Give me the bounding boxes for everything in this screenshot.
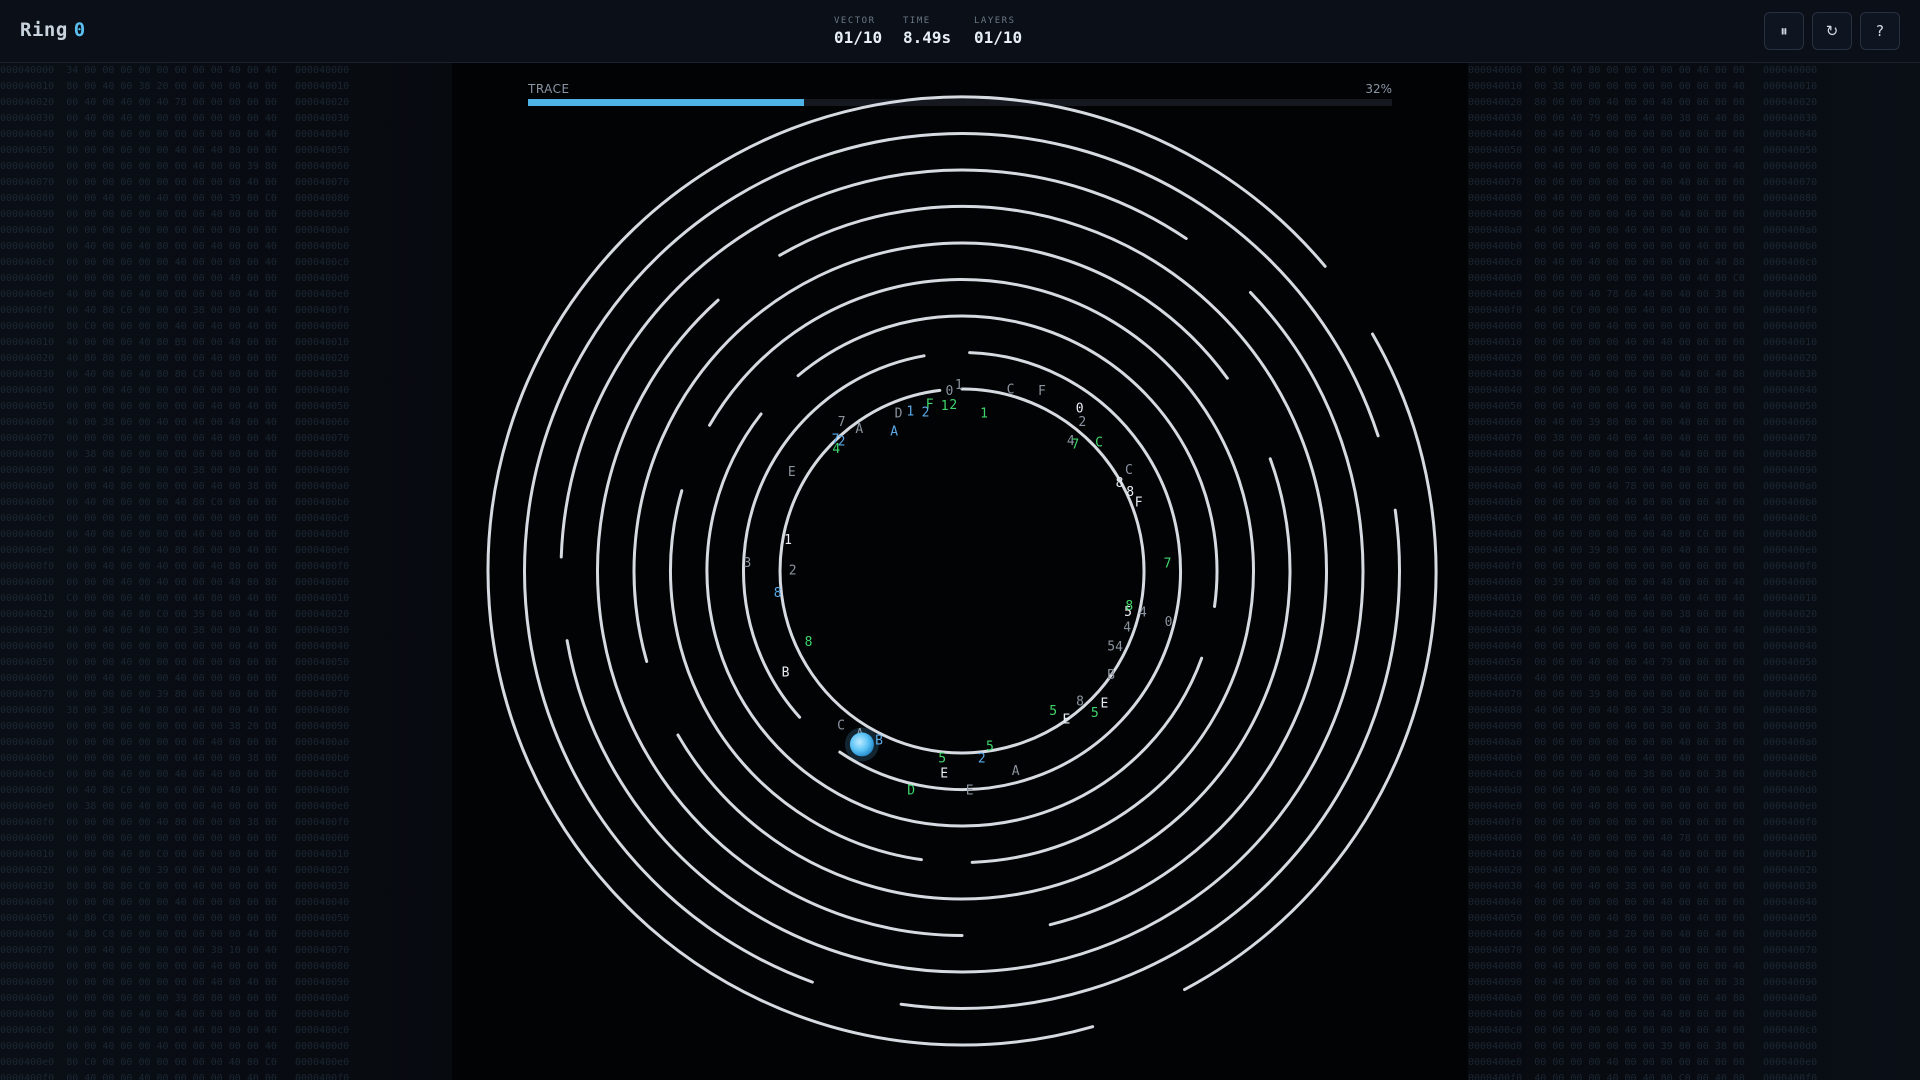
maze-glyph: F [1135, 496, 1143, 511]
level-number: 0 [73, 19, 86, 41]
maze-glyph: 7 [838, 415, 846, 430]
app-title: Ring 0 [20, 19, 86, 41]
maze-glyph: 5 [986, 740, 994, 755]
maze-glyph: 8 [1126, 485, 1134, 500]
maze-glyph: 1 [980, 407, 988, 422]
ring-wall-8 [523, 132, 1380, 984]
vector-value: 01/10 [834, 28, 883, 47]
ring-wall-6 [596, 298, 964, 937]
maze-glyph: 1 [784, 533, 792, 548]
hex-dump-right: 000040000 00 00 40 80 00 00 00 00 00 40 … [1468, 63, 1920, 1080]
maze-glyph: C [1095, 436, 1103, 451]
maze-glyph: 4 [1123, 620, 1131, 635]
pause-button[interactable]: ⏸ [1764, 12, 1804, 50]
maze-glyph: 2 [949, 398, 957, 413]
maze-glyph: E [966, 784, 974, 799]
maze-glyph: 4 [1115, 640, 1123, 655]
vector-stat: VECTOR 01/10 [834, 16, 882, 47]
maze-glyph: 1 [955, 378, 963, 393]
maze-glyph: 5 [1107, 640, 1115, 655]
hex-dump-left: 000040000 34 00 00 00 00 00 00 00 00 40 … [0, 63, 452, 1080]
maze-glyph: 8 [774, 586, 782, 601]
maze-glyph: D [895, 407, 903, 422]
layers-stat: LAYERS 01/10 [974, 16, 1022, 47]
restart-icon: ↻ [1825, 22, 1839, 40]
maze-glyph: E [940, 767, 948, 782]
maze-glyph: C [837, 718, 845, 733]
maze-glyph: B [782, 665, 790, 680]
maze-glyph: A [855, 422, 863, 437]
maze-glyph: 5 [938, 752, 946, 767]
maze-glyph: A [1012, 764, 1020, 779]
pause-icon: ⏸ [1780, 22, 1788, 40]
restart-button[interactable]: ↻ [1812, 12, 1852, 50]
player-orb[interactable] [849, 732, 874, 757]
maze-glyph: 4 [1139, 605, 1147, 620]
maze-glyph: F [1038, 384, 1046, 399]
time-label: TIME [903, 16, 931, 26]
maze-glyph: C [1125, 463, 1133, 478]
maze-glyph: 5 [1049, 704, 1057, 719]
ring-wall-5 [676, 457, 1292, 901]
time-value: 8.49s [903, 28, 952, 47]
maze-glyph: 4 [832, 442, 840, 457]
maze-glyph: 1 [941, 399, 949, 414]
ring-wall-2 [838, 351, 1182, 791]
maze-glyph: 5 [1091, 706, 1099, 721]
time-stat: TIME 8.49s [903, 16, 951, 47]
maze-glyph: 8 [805, 635, 813, 650]
maze-glyph: 8 [1125, 599, 1133, 614]
layers-label: LAYERS [974, 16, 1016, 26]
maze-glyph: C [1007, 382, 1015, 397]
maze-glyph: 2 [978, 752, 986, 767]
maze-glyph: 8 [1116, 476, 1124, 491]
maze-glyph: B [1107, 668, 1115, 683]
maze-glyph: 0 [945, 384, 953, 399]
maze-glyph: 1 [906, 404, 914, 419]
ring-wall-7 [559, 168, 1188, 559]
maze-glyph: E [1062, 713, 1070, 728]
top-bar: Ring 0 VECTOR 01/10 TIME 8.49s LAYERS 01/… [0, 0, 1920, 63]
maze-glyph: 7 [1071, 438, 1079, 453]
maze-glyph: E [1100, 696, 1108, 711]
ring-wall-6 [778, 205, 1328, 927]
maze-glyph: E [788, 465, 796, 480]
ring-maze[interactable]: 10CF02C47112F21DAA7724E13288BCAB5EDE25A5… [452, 63, 1468, 1080]
maze-glyph: 8 [1076, 695, 1084, 710]
ring-wall-5 [632, 241, 1229, 663]
layers-value: 01/10 [974, 28, 1023, 47]
vector-label: VECTOR [834, 16, 876, 26]
maze-glyph: D [907, 783, 915, 798]
ring-wall-9 [486, 95, 1327, 1047]
maze-glyph: 0 [1165, 615, 1173, 630]
maze-glyph: 3 [743, 556, 751, 571]
maze-glyph: A [890, 425, 898, 440]
maze-glyph: 2 [789, 564, 797, 579]
help-icon: ? [1876, 22, 1884, 40]
ring-wall-9 [1183, 332, 1438, 992]
maze-glyph: 2 [1078, 415, 1086, 430]
help-button[interactable]: ? [1860, 12, 1900, 50]
maze-glyph: 7 [1164, 556, 1172, 571]
title-text: Ring [20, 19, 68, 41]
maze-glyph: 2 [922, 406, 930, 421]
ring-wall-3 [796, 314, 1219, 608]
